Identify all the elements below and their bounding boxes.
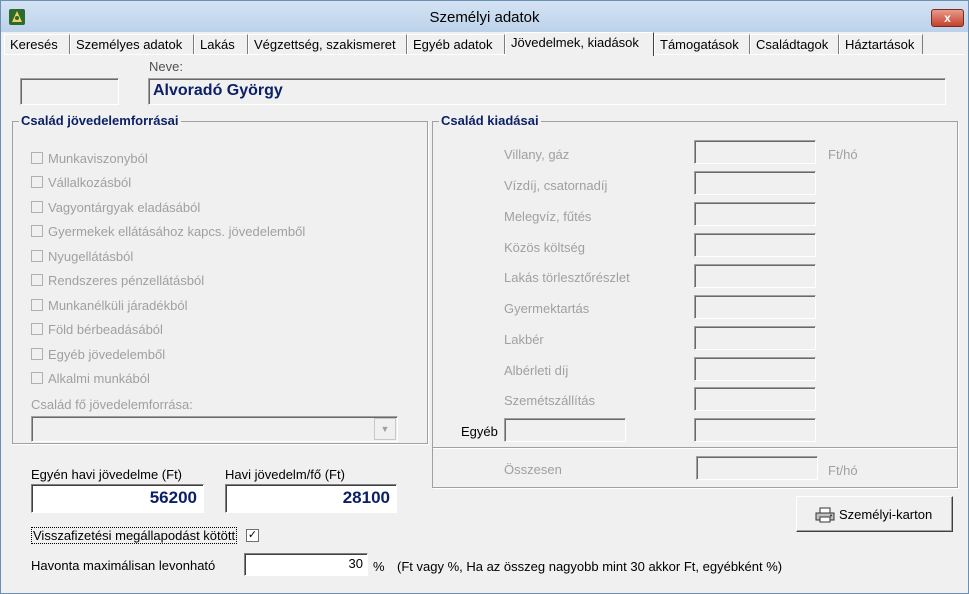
tab-jovedelmek-kiadasok[interactable]: Jövedelmek, kiadások xyxy=(505,32,654,56)
checkbox[interactable] xyxy=(31,250,43,262)
tab-tamogatasok[interactable]: Támogatások xyxy=(654,34,750,55)
expense-label: Lakbér xyxy=(504,332,544,347)
expense-label: Gyermektartás xyxy=(504,301,590,316)
printer-icon xyxy=(815,507,835,523)
expenses-group: Család kiadásai Villany, gáz Ft/hó Vízdí… xyxy=(432,113,958,488)
expense-label: Közös költség xyxy=(504,240,585,255)
expense-field-vizdij[interactable] xyxy=(694,171,816,195)
checkbox[interactable] xyxy=(31,176,43,188)
other-expense-value-field[interactable] xyxy=(694,418,816,442)
expense-label: Melegvíz, fűtés xyxy=(504,209,592,224)
window-title: Személyi adatok xyxy=(429,9,540,26)
checkbox[interactable] xyxy=(31,225,43,237)
chevron-down-icon: ▼ xyxy=(380,424,390,434)
total-field[interactable] xyxy=(696,456,818,480)
dropdown-button[interactable]: ▼ xyxy=(374,418,396,440)
name-label: Neve: xyxy=(149,59,183,74)
max-deduction-field[interactable]: 30 xyxy=(244,553,368,576)
main-source-label: Család fő jövedelemforrása: xyxy=(31,397,193,412)
expense-unit: Ft/hó xyxy=(828,147,858,162)
expense-label: Lakás törlesztőrészlet xyxy=(504,270,630,285)
expenses-title: Család kiadásai xyxy=(439,113,541,128)
total-unit: Ft/hó xyxy=(828,463,858,478)
tab-lakas[interactable]: Lakás xyxy=(194,34,248,55)
tab-haztartasok[interactable]: Háztartások xyxy=(839,34,923,55)
personal-card-label: Személyi-karton xyxy=(839,507,933,522)
max-deduction-label: Havonta maximálisan levonható xyxy=(31,558,216,573)
tab-csaladtagok[interactable]: Családtagok xyxy=(750,34,839,55)
expense-field-villany[interactable] xyxy=(694,140,816,164)
repayment-agreement-checkbox[interactable]: ✓ xyxy=(246,529,259,542)
checkbox[interactable] xyxy=(31,348,43,360)
total-label: Összesen xyxy=(504,462,562,477)
name-field[interactable]: Alvoradó György xyxy=(148,78,946,105)
checkbox[interactable] xyxy=(31,152,43,164)
expense-label: Villany, gáz xyxy=(504,147,570,162)
checkmark-icon: ✓ xyxy=(247,529,258,541)
expense-field-szemetszallitas[interactable] xyxy=(694,387,816,411)
repayment-agreement-label[interactable]: Visszafizetési megállapodást kötött xyxy=(31,527,238,544)
expense-label: Vízdíj, csatornadíj xyxy=(504,178,608,193)
per-capita-income-label: Havi jövedelm/fő (Ft) xyxy=(225,467,345,482)
checkbox[interactable] xyxy=(31,323,43,335)
tab-panel: Neve: Alvoradó György Család jövedelemfo… xyxy=(4,54,965,592)
expense-field-melegviz[interactable] xyxy=(694,202,816,226)
expense-field-kozos-koltseg[interactable] xyxy=(694,233,816,257)
tab-kereses[interactable]: Keresés xyxy=(4,34,70,55)
other-expense-label: Egyéb xyxy=(461,424,498,439)
checkbox[interactable] xyxy=(31,201,43,213)
checkbox[interactable] xyxy=(31,274,43,286)
close-icon: x xyxy=(944,11,951,25)
expense-field-torleszto[interactable] xyxy=(694,264,816,288)
checkbox[interactable] xyxy=(31,299,43,311)
title-bar[interactable]: Személyi adatok x xyxy=(1,1,968,32)
window: Személyi adatok x Keresés Személyes adat… xyxy=(0,0,969,594)
person-id-field[interactable] xyxy=(20,78,119,105)
max-deduction-note: (Ft vagy %, Ha az összeg nagyobb mint 30… xyxy=(397,559,783,574)
individual-income-field[interactable]: 56200 xyxy=(31,484,204,513)
expense-field-alberleti-dij[interactable] xyxy=(694,357,816,381)
per-capita-income-field[interactable]: 28100 xyxy=(225,484,397,513)
checkbox[interactable] xyxy=(31,372,43,384)
main-source-combobox[interactable]: ▼ xyxy=(31,416,398,442)
close-button[interactable]: x xyxy=(931,9,964,27)
expense-label: Szemétszállítás xyxy=(504,393,596,408)
tab-egyeb-adatok[interactable]: Egyéb adatok xyxy=(407,34,505,55)
income-sources-title: Család jövedelemforrásai xyxy=(19,113,181,128)
expense-label: Albérleti díj xyxy=(504,363,569,378)
max-deduction-unit: % xyxy=(373,559,385,574)
expense-field-gyermektartas[interactable] xyxy=(694,295,816,319)
expense-field-lakber[interactable] xyxy=(694,326,816,350)
tab-szemelyes-adatok[interactable]: Személyes adatok xyxy=(70,34,194,55)
tab-vegzettseg[interactable]: Végzettség, szakismeret xyxy=(248,34,407,55)
other-expense-name-field[interactable] xyxy=(504,418,626,442)
personal-card-button[interactable]: Személyi-karton xyxy=(796,496,953,532)
separator xyxy=(433,447,957,449)
individual-income-label: Egyén havi jövedelme (Ft) xyxy=(31,467,183,482)
income-sources-group: Család jövedelemforrásai Munkaviszonyból… xyxy=(12,113,428,444)
